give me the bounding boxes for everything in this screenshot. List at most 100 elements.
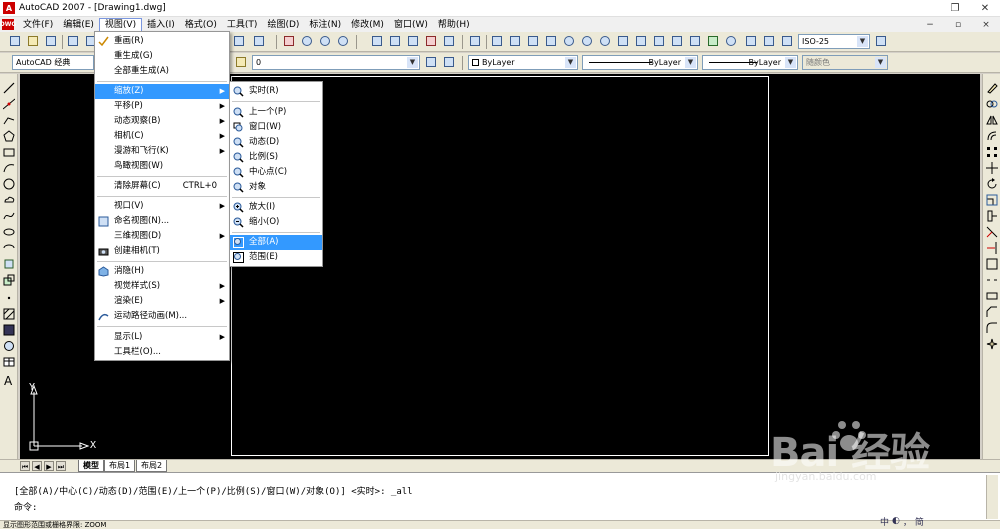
doc-restore-icon[interactable]: ▫ (944, 17, 972, 32)
ime-simplified[interactable]: 简 (915, 515, 924, 528)
tab-layout2[interactable]: 布局2 (136, 460, 168, 472)
menu-item-regen-all[interactable]: 全部重生成(A) (95, 64, 229, 79)
menu-item-toolbars[interactable]: 工具栏(O)... (95, 345, 229, 360)
menu-item-camera[interactable]: 相机(C) ▶ (95, 129, 229, 144)
zoom-all[interactable]: 全部(A) (230, 235, 322, 250)
layer-previous-icon[interactable] (442, 55, 456, 69)
ellipse-icon[interactable] (3, 226, 15, 238)
command-prompt[interactable]: 命令: (14, 500, 37, 513)
close-icon[interactable]: ✕ (970, 0, 1000, 17)
arc-length-icon[interactable] (526, 34, 540, 48)
make-block-icon[interactable] (3, 274, 15, 286)
dim-edit-icon[interactable] (744, 34, 758, 48)
chevron-down-icon[interactable]: ▼ (857, 36, 868, 47)
fillet-icon[interactable] (986, 322, 998, 334)
menu-item-pan[interactable]: 平移(P) ▶ (95, 99, 229, 114)
menu-item-clean-screen[interactable]: 清除屏幕(C) CTRL+0 (95, 179, 229, 194)
copy-icon[interactable] (986, 98, 998, 110)
menu-item-viewports[interactable]: 视口(V) ▶ (95, 199, 229, 214)
pan-realtime-icon[interactable] (282, 34, 296, 48)
menu-format[interactable]: 格式(O) (180, 18, 222, 32)
scale-icon[interactable] (986, 194, 998, 206)
new-file-icon[interactable] (8, 34, 22, 48)
move-icon[interactable] (986, 162, 998, 174)
open-file-icon[interactable] (26, 34, 40, 48)
ordinate-dim-icon[interactable] (544, 34, 558, 48)
redo-icon[interactable] (252, 34, 266, 48)
ime-lang[interactable]: 中 (880, 515, 889, 528)
zoom-extents[interactable]: 范围(E) (230, 250, 322, 265)
menu-item-regen[interactable]: 重生成(G) (95, 49, 229, 64)
extend-icon[interactable] (986, 242, 998, 254)
erase-icon[interactable] (986, 82, 998, 94)
properties-icon[interactable] (370, 34, 384, 48)
zoom-center[interactable]: 中心点(C) (230, 165, 322, 180)
menu-dimension[interactable]: 标注(N) (304, 18, 346, 32)
multiline-text-icon[interactable]: A (3, 374, 15, 388)
menu-item-display[interactable]: 显示(L) ▶ (95, 330, 229, 345)
zoom-in[interactable]: 放大(I) (230, 200, 322, 215)
aligned-dim-icon[interactable] (508, 34, 522, 48)
join-icon[interactable] (986, 290, 998, 302)
revision-cloud-icon[interactable] (3, 194, 15, 206)
autocad-app-icon[interactable]: A (3, 2, 15, 14)
menu-item-visual-styles[interactable]: 视觉样式(S) ▶ (95, 279, 229, 294)
center-mark-icon[interactable] (724, 34, 738, 48)
menu-file[interactable]: 文件(F) (18, 18, 58, 32)
break-icon[interactable] (986, 274, 998, 286)
rotate-icon[interactable] (986, 178, 998, 190)
menu-item-hide[interactable]: 消隐(H) (95, 264, 229, 279)
spline-icon[interactable] (3, 210, 15, 222)
tool-palettes-icon[interactable] (406, 34, 420, 48)
doc-close-icon[interactable]: × (972, 17, 1000, 32)
menu-item-render[interactable]: 渲染(E) ▶ (95, 294, 229, 309)
last-tab-icon[interactable]: ⏭ (56, 461, 66, 471)
hatch-icon[interactable] (3, 308, 15, 320)
table-icon[interactable] (3, 356, 15, 368)
dim-text-edit-icon[interactable] (762, 34, 776, 48)
layer-select[interactable]: 0 ▼ (252, 55, 420, 70)
layer-state-icon[interactable] (234, 55, 248, 69)
linear-dim-icon[interactable] (490, 34, 504, 48)
color-select[interactable]: ByLayer ▼ (468, 55, 578, 70)
menu-modify[interactable]: 修改(M) (346, 18, 389, 32)
ime-punct[interactable]: ， (903, 515, 912, 528)
drawing-doc-icon[interactable]: DWG (0, 19, 16, 30)
dim-update-icon[interactable] (780, 34, 794, 48)
break-at-point-icon[interactable] (986, 258, 998, 270)
save-icon[interactable] (44, 34, 58, 48)
dim-style-manager-icon[interactable] (874, 34, 888, 48)
array-icon[interactable] (986, 146, 998, 158)
make-object-layer-current-icon[interactable] (424, 55, 438, 69)
zoom-realtime[interactable]: 实时(R) (230, 84, 322, 99)
menu-item-named-views[interactable]: 命名视图(N)... (95, 214, 229, 229)
help-icon[interactable] (468, 34, 482, 48)
radius-dim-icon[interactable] (562, 34, 576, 48)
menu-edit[interactable]: 编辑(E) (58, 18, 99, 32)
menu-help[interactable]: 帮助(H) (433, 18, 475, 32)
menu-insert[interactable]: 插入(I) (142, 18, 180, 32)
insert-block-icon[interactable] (3, 258, 15, 270)
lineweight-select[interactable]: ByLayer ▼ (702, 55, 798, 70)
zoom-out[interactable]: 缩小(O) (230, 215, 322, 230)
offset-icon[interactable] (986, 130, 998, 142)
plot-icon[interactable] (66, 34, 80, 48)
zoom-previous[interactable]: 上一个(P) (230, 105, 322, 120)
calculator-icon[interactable] (442, 34, 456, 48)
zoom-window-icon[interactable] (318, 34, 332, 48)
menu-item-orbit[interactable]: 动态观察(B) ▶ (95, 114, 229, 129)
chevron-down-icon[interactable]: ▼ (565, 57, 576, 68)
diameter-dim-icon[interactable] (598, 34, 612, 48)
zoom-window[interactable]: 窗口(W) (230, 120, 322, 135)
baseline-dim-icon[interactable] (652, 34, 666, 48)
polyline-icon[interactable] (3, 114, 15, 126)
menu-item-redraw[interactable]: 重画(R) (95, 34, 229, 49)
chevron-down-icon[interactable]: ▼ (407, 57, 418, 68)
command-window[interactable]: [全部(A)/中心(C)/动态(D)/范围(E)/上一个(P)/比例(S)/窗口… (0, 472, 1000, 520)
sheet-set-icon[interactable] (424, 34, 438, 48)
chevron-down-icon[interactable]: ▼ (785, 57, 796, 68)
continue-dim-icon[interactable] (670, 34, 684, 48)
menu-draw[interactable]: 绘图(D) (262, 18, 304, 32)
tab-model[interactable]: 模型 (78, 460, 104, 472)
explode-icon[interactable] (986, 338, 998, 350)
